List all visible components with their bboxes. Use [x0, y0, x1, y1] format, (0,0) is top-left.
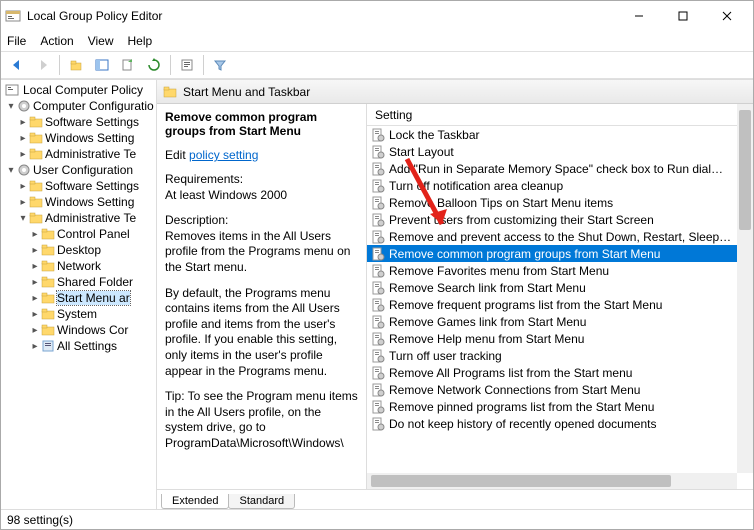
expander-icon[interactable]: ▸	[29, 309, 41, 320]
list-item[interactable]: Turn off notification area cleanup	[367, 177, 753, 194]
tree-node[interactable]: ▸Software Settings	[1, 114, 156, 130]
export-button[interactable]	[116, 54, 140, 76]
menu-action[interactable]: Action	[40, 34, 73, 48]
folder-icon	[163, 85, 177, 99]
expander-icon[interactable]: ▸	[17, 197, 29, 208]
list-item[interactable]: Turn off user tracking	[367, 347, 753, 364]
expander-icon[interactable]: ▸	[29, 341, 41, 352]
minimize-button[interactable]	[617, 2, 661, 30]
expander-icon[interactable]: ▾	[5, 101, 17, 112]
expander-icon[interactable]: ▾	[17, 213, 29, 224]
filter-button[interactable]	[208, 54, 232, 76]
window-title: Local Group Policy Editor	[27, 9, 617, 23]
list-item[interactable]: Do not keep history of recently opened d…	[367, 415, 753, 432]
tree-node[interactable]: ▸Start Menu ar	[1, 290, 156, 306]
properties-button[interactable]	[175, 54, 199, 76]
list-item[interactable]: Remove Favorites menu from Start Menu	[367, 262, 753, 279]
column-header-setting[interactable]: Setting	[367, 104, 753, 126]
tree-node[interactable]: ▸Control Panel	[1, 226, 156, 242]
edit-policy-link[interactable]: policy setting	[189, 148, 258, 162]
status-text: 98 setting(s)	[7, 513, 73, 527]
tree-node[interactable]: ▸Software Settings	[1, 178, 156, 194]
list-item[interactable]: Remove Games link from Start Menu	[367, 313, 753, 330]
policy-root-icon	[5, 83, 19, 97]
expander-icon[interactable]: ▸	[17, 149, 29, 160]
list-item[interactable]: Remove Network Connections from Start Me…	[367, 381, 753, 398]
selected-policy-title: Remove common program groups from Start …	[165, 110, 358, 138]
tree-node[interactable]: ▸Windows Cor	[1, 322, 156, 338]
list-item[interactable]: Add "Run in Separate Memory Space" check…	[367, 160, 753, 177]
list-item[interactable]: Remove Help menu from Start Menu	[367, 330, 753, 347]
tree-node[interactable]: ▸All Settings	[1, 338, 156, 354]
tree-node[interactable]: ▸System	[1, 306, 156, 322]
tree-node[interactable]: ▾User Configuration	[1, 162, 156, 178]
status-bar: 98 setting(s)	[1, 509, 753, 529]
close-button[interactable]	[705, 2, 749, 30]
tree-node[interactable]: ▸Windows Setting	[1, 194, 156, 210]
menu-help[interactable]: Help	[128, 34, 153, 48]
list-item[interactable]: Remove common program groups from Start …	[367, 245, 753, 262]
expander-icon[interactable]: ▸	[29, 293, 41, 304]
list-item[interactable]: Remove frequent programs list from the S…	[367, 296, 753, 313]
expander-icon[interactable]: ▸	[29, 261, 41, 272]
list-item[interactable]: Start Layout	[367, 143, 753, 160]
tree-pane: Local Computer Policy ▾Computer Configur…	[1, 80, 157, 509]
description-pane: Remove common program groups from Start …	[157, 104, 367, 489]
toolbar	[1, 51, 753, 79]
tree-node[interactable]: ▸Desktop	[1, 242, 156, 258]
maximize-button[interactable]	[661, 2, 705, 30]
view-tabs: Extended Standard	[157, 489, 753, 509]
list-item[interactable]: Lock the Taskbar	[367, 126, 753, 143]
path-label: Start Menu and Taskbar	[183, 85, 310, 99]
list-item[interactable]: Prevent users from customizing their Sta…	[367, 211, 753, 228]
menu-view[interactable]: View	[88, 34, 114, 48]
tree-root[interactable]: Local Computer Policy	[1, 82, 156, 98]
expander-icon[interactable]: ▸	[17, 117, 29, 128]
expander-icon[interactable]: ▸	[29, 325, 41, 336]
tree-node[interactable]: ▾Administrative Te	[1, 210, 156, 226]
refresh-button[interactable]	[142, 54, 166, 76]
expander-icon[interactable]: ▸	[17, 133, 29, 144]
horizontal-scrollbar[interactable]	[367, 473, 737, 489]
titlebar: Local Group Policy Editor	[1, 1, 753, 31]
up-button[interactable]	[64, 54, 88, 76]
expander-icon[interactable]: ▸	[17, 181, 29, 192]
vertical-scrollbar[interactable]	[737, 104, 753, 473]
tree-node[interactable]: ▸Network	[1, 258, 156, 274]
back-button[interactable]	[5, 54, 29, 76]
tree-node[interactable]: ▸Shared Folder	[1, 274, 156, 290]
tab-standard[interactable]: Standard	[228, 494, 295, 509]
tree-node[interactable]: ▸Windows Setting	[1, 130, 156, 146]
menubar: File Action View Help	[1, 31, 753, 51]
tree-node[interactable]: ▸Administrative Te	[1, 146, 156, 162]
menu-file[interactable]: File	[7, 34, 26, 48]
expander-icon[interactable]: ▸	[29, 277, 41, 288]
expander-icon[interactable]: ▸	[29, 229, 41, 240]
expander-icon[interactable]: ▸	[29, 245, 41, 256]
tab-extended[interactable]: Extended	[161, 494, 229, 509]
list-item[interactable]: Remove pinned programs list from the Sta…	[367, 398, 753, 415]
list-item[interactable]: Remove and prevent access to the Shut Do…	[367, 228, 753, 245]
list-item[interactable]: Remove Search link from Start Menu	[367, 279, 753, 296]
settings-list: Setting Lock the TaskbarStart LayoutAdd …	[367, 104, 753, 489]
path-bar: Start Menu and Taskbar	[157, 80, 753, 104]
list-item[interactable]: Remove All Programs list from the Start …	[367, 364, 753, 381]
forward-button[interactable]	[31, 54, 55, 76]
expander-icon[interactable]: ▾	[5, 165, 17, 176]
app-icon	[5, 8, 21, 24]
list-item[interactable]: Remove Balloon Tips on Start Menu items	[367, 194, 753, 211]
show-hide-button[interactable]	[90, 54, 114, 76]
tree-node[interactable]: ▾Computer Configuratio	[1, 98, 156, 114]
